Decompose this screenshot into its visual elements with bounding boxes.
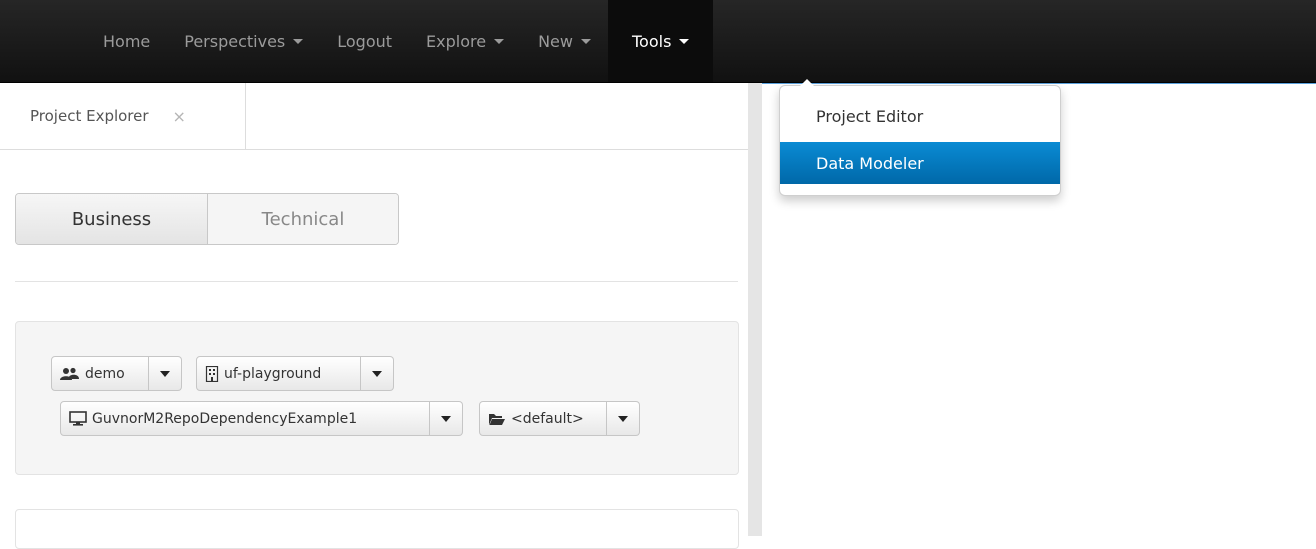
organization-label: demo <box>85 365 125 382</box>
nav-new-label: New <box>538 31 573 51</box>
menu-item-label: Data Modeler <box>816 153 924 173</box>
menu-item-project-editor[interactable]: Project Editor <box>780 98 1060 134</box>
menu-item-label: Project Editor <box>816 106 924 126</box>
nav-logout-label: Logout <box>337 31 393 51</box>
folder-open-icon <box>488 412 506 426</box>
caret-down-icon <box>441 415 451 422</box>
project-explorer-panel: Project Explorer × Business Technical de… <box>0 83 748 549</box>
tab-label: Project Explorer <box>30 107 149 125</box>
package-selector: <default> <box>479 401 640 436</box>
nav-tools[interactable]: Tools <box>607 0 714 82</box>
dropdown-pointer <box>800 79 814 86</box>
project-button[interactable]: GuvnorM2RepoDependencyExample1 <box>60 401 430 436</box>
users-icon <box>60 367 80 381</box>
caret-down-icon <box>160 370 170 377</box>
nav-home[interactable]: Home <box>86 0 167 82</box>
divider <box>15 281 738 282</box>
top-navbar: Home Perspectives Logout Explore New Too… <box>0 0 1316 83</box>
business-view-button[interactable]: Business <box>16 194 208 244</box>
menu-item-data-modeler[interactable]: Data Modeler <box>780 142 1060 184</box>
nav-perspectives-label: Perspectives <box>184 31 286 51</box>
panel-splitter[interactable] <box>748 83 762 536</box>
context-selector-well: demo uf-playground GuvnorM2RepoDependenc… <box>15 321 739 475</box>
package-dropdown-toggle[interactable] <box>607 401 640 436</box>
caret-down-icon <box>494 38 505 44</box>
tab-project-explorer[interactable]: Project Explorer × <box>0 83 246 149</box>
nav-logout[interactable]: Logout <box>320 0 409 82</box>
caret-down-icon <box>618 415 628 422</box>
monitor-icon <box>69 411 87 426</box>
organization-selector: demo <box>51 356 182 391</box>
nav-home-label: Home <box>103 31 151 51</box>
project-selector: GuvnorM2RepoDependencyExample1 <box>60 401 463 436</box>
package-button[interactable]: <default> <box>479 401 607 436</box>
organization-dropdown-toggle[interactable] <box>149 356 182 391</box>
nav-new[interactable]: New <box>521 0 608 82</box>
project-label: GuvnorM2RepoDependencyExample1 <box>92 410 358 427</box>
nav-explore-label: Explore <box>426 31 487 51</box>
caret-down-icon <box>580 38 591 44</box>
nav-perspectives[interactable]: Perspectives <box>167 0 320 82</box>
building-icon <box>205 365 219 382</box>
tools-dropdown-menu: Project Editor Data Modeler <box>779 79 1061 196</box>
nav-tools-label: Tools <box>631 31 672 51</box>
organization-button[interactable]: demo <box>51 356 149 391</box>
nav-explore[interactable]: Explore <box>409 0 521 82</box>
technical-view-button[interactable]: Technical <box>208 194 398 244</box>
caret-down-icon <box>679 38 690 44</box>
close-icon[interactable]: × <box>173 107 186 126</box>
repository-button[interactable]: uf-playground <box>196 356 361 391</box>
caret-down-icon <box>293 38 304 44</box>
view-toggle: Business Technical <box>15 193 399 245</box>
repository-label: uf-playground <box>224 365 322 382</box>
panel-tab-strip: Project Explorer × <box>0 83 748 150</box>
caret-down-icon <box>372 370 382 377</box>
explorer-content-box <box>15 509 739 549</box>
nav-menu: Home Perspectives Logout Explore New Too… <box>86 0 714 82</box>
project-dropdown-toggle[interactable] <box>430 401 463 436</box>
repository-selector: uf-playground <box>196 356 394 391</box>
repository-dropdown-toggle[interactable] <box>361 356 394 391</box>
package-label: <default> <box>511 410 584 427</box>
